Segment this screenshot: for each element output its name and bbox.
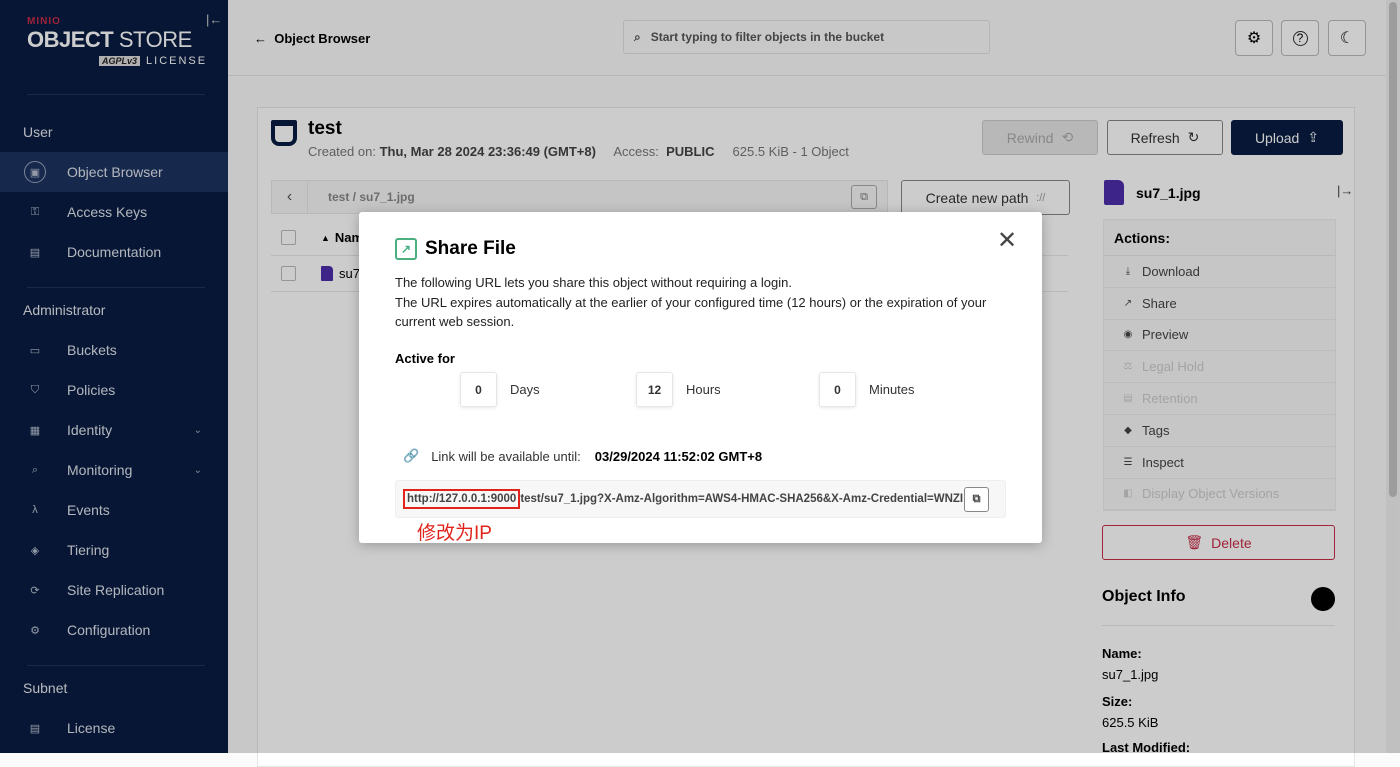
- until-label: Link will be available until:: [431, 448, 581, 464]
- minutes-input[interactable]: 0: [819, 372, 856, 407]
- share-icon: ↗: [395, 238, 417, 260]
- url-host-highlight: http://127.0.0.1:9000: [403, 489, 521, 509]
- hours-input[interactable]: 12: [636, 372, 673, 407]
- copy-url-button[interactable]: ⧉: [964, 487, 989, 512]
- minutes-label: Minutes: [869, 382, 915, 397]
- modal-description: The following URL lets you share this ob…: [395, 273, 1005, 332]
- hours-field: 12 Hours: [636, 372, 721, 407]
- desc-line-1: The following URL lets you share this ob…: [395, 275, 792, 290]
- minutes-field: 0 Minutes: [819, 372, 915, 407]
- close-icon[interactable]: ✕: [997, 226, 1017, 255]
- desc-line-2: The URL expires automatically at the ear…: [395, 294, 987, 330]
- active-for-label: Active for: [395, 351, 455, 366]
- link-icon: 🔗: [403, 448, 420, 463]
- modal-title-text: Share File: [425, 238, 516, 259]
- days-field: 0 Days: [460, 372, 540, 407]
- days-input[interactable]: 0: [460, 372, 497, 407]
- annotation-text: 修改为IP: [417, 523, 492, 544]
- hours-label: Hours: [686, 382, 721, 397]
- url-rest: test/su7_1.jpg?X-Amz-Algorithm=AWS4-HMAC…: [520, 493, 964, 505]
- share-file-modal: ↗ Share File ✕ The following URL lets you…: [359, 212, 1042, 544]
- until-value: 03/29/2024 11:52:02 GMT+8: [594, 448, 763, 464]
- days-label: Days: [510, 382, 540, 397]
- modal-title: ↗ Share File: [395, 238, 516, 260]
- share-url-field[interactable]: http://127.0.0.1:9000 test/su7_1.jpg?X-Am…: [395, 480, 1006, 518]
- link-expiry: 🔗 Link will be available until: 03/29/2024…: [403, 448, 762, 464]
